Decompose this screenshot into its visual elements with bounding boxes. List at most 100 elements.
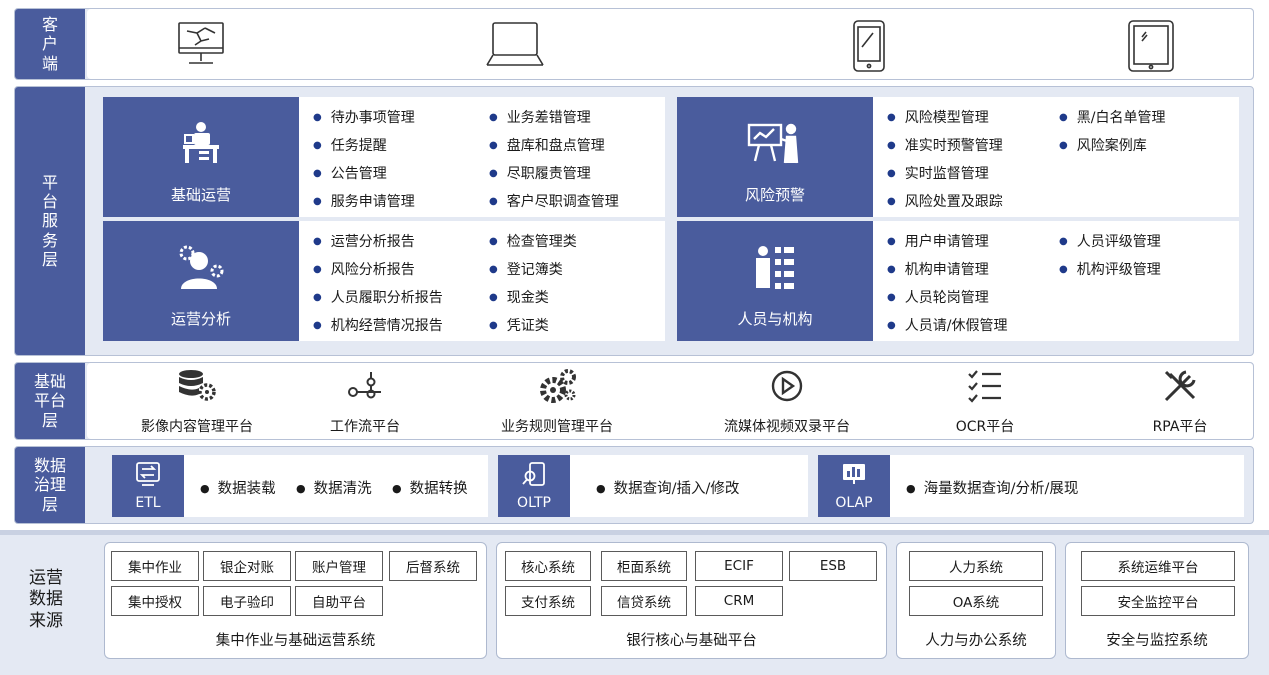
governance-block-name: ETL xyxy=(135,495,161,511)
play-icon xyxy=(707,368,867,404)
card-title-label: 运营分析 xyxy=(170,310,231,328)
list-item: 服务申请管理 xyxy=(313,191,415,211)
tablet-icon xyxy=(1125,19,1177,73)
basic-platform-layer-label: 基础 平台层 xyxy=(15,363,85,439)
list-item: 数据转换 xyxy=(392,477,468,498)
tools-icon xyxy=(1100,368,1260,404)
list-item: 用户申请管理 xyxy=(887,231,989,251)
laptop-icon xyxy=(485,19,545,69)
group-bank-core: 核心系统 柜面系统 ECIF ESB 支付系统 信贷系统 CRM 银行核心与基础… xyxy=(496,542,887,659)
system-chip: 信贷系统 xyxy=(601,586,687,616)
list-item: 凭证类 xyxy=(489,315,549,335)
list-item: 登记簿类 xyxy=(489,259,563,279)
system-chip: 集中作业 xyxy=(111,551,199,581)
platform-name: 流媒体视频双录平台 xyxy=(724,419,850,435)
data-governance-layer: 数据治理层 ETL 数据装载 数据清洗 数据转换 OLTP 数据查询/插入/修改 xyxy=(14,446,1254,524)
bar-board-icon xyxy=(818,461,890,487)
gears-icon xyxy=(477,368,637,404)
list-item: 准实时预警管理 xyxy=(887,135,1003,155)
platform-name: 影像内容管理平台 xyxy=(141,419,253,435)
system-chip: CRM xyxy=(695,586,783,616)
system-chip: 电子验印 xyxy=(203,586,291,616)
governance-block-etl: ETL 数据装载 数据清洗 数据转换 xyxy=(112,455,488,517)
governance-block-oltp: OLTP 数据查询/插入/修改 xyxy=(498,455,808,517)
list-item: 人员请/休假管理 xyxy=(887,315,1008,335)
platform-item: 流媒体视频双录平台 xyxy=(707,368,867,435)
platform-name: RPA平台 xyxy=(1152,419,1208,435)
office-worker-icon xyxy=(103,121,299,165)
governance-block-name: OLTP xyxy=(517,495,551,511)
governance-block-olap: OLAP 海量数据查询/分析/展现 xyxy=(818,455,1244,517)
client-devices-panel xyxy=(87,9,1253,79)
platform-service-layer: 平台服务层 基础运营 待办事项管理 任务提醒 公告管理 服务申请管理 业务差错管… xyxy=(14,86,1254,356)
group-central-ops: 集中作业 银企对账 账户管理 后督系统 集中授权 电子验印 自助平台 集中作业与… xyxy=(104,542,487,659)
list-item: 风险处置及跟踪 xyxy=(887,191,1003,211)
system-chip: 账户管理 xyxy=(295,551,383,581)
card-title-label: 风险预警 xyxy=(744,186,805,204)
list-item: 客户尽职调查管理 xyxy=(489,191,619,211)
list-item: 人员轮岗管理 xyxy=(887,287,989,307)
presentation-icon xyxy=(677,121,873,165)
list-item: 机构申请管理 xyxy=(887,259,989,279)
data-governance-layer-label: 数据 治理层 xyxy=(15,447,85,523)
client-layer-label: 客户端 xyxy=(15,9,85,79)
system-chip: 系统运维平台 xyxy=(1081,551,1235,581)
platform-item: OCR平台 xyxy=(905,368,1065,435)
card-title-label: 人员与机构 xyxy=(737,310,813,328)
platform-item: 影像内容管理平台 xyxy=(117,368,277,435)
list-item: 风险案例库 xyxy=(1059,135,1147,155)
list-item: 尽职履责管理 xyxy=(489,163,591,183)
system-chip: ESB xyxy=(789,551,877,581)
system-chip: 人力系统 xyxy=(909,551,1043,581)
list-item: 机构经营情况报告 xyxy=(313,315,443,335)
list-item: 人员履职分析报告 xyxy=(313,287,443,307)
list-item: 风险模型管理 xyxy=(887,107,989,127)
list-item: 人员评级管理 xyxy=(1059,231,1161,251)
list-item: 盘库和盘点管理 xyxy=(489,135,605,155)
list-item: 风险分析报告 xyxy=(313,259,415,279)
checklist-icon xyxy=(905,368,1065,404)
card-title-label: 基础运营 xyxy=(170,186,231,204)
group-name: 安全与监控系统 xyxy=(1106,633,1208,649)
monitor-icon xyxy=(175,19,227,69)
group-security-monitor: 系统运维平台 安全监控平台 安全与监控系统 xyxy=(1065,542,1249,659)
workflow-icon xyxy=(285,368,445,404)
list-item: 运营分析报告 xyxy=(313,231,415,251)
card-people-and-org: 人员与机构 用户申请管理 机构申请管理 人员轮岗管理 人员请/休假管理 人员评级… xyxy=(677,221,1239,341)
group-hr-office: 人力系统 OA系统 人力与办公系统 xyxy=(896,542,1056,659)
system-chip: 自助平台 xyxy=(295,586,383,616)
platform-item: RPA平台 xyxy=(1100,368,1260,435)
transfer-icon xyxy=(112,461,184,487)
data-source-label: 运营 数据 来源 xyxy=(29,568,63,631)
list-item: 任务提醒 xyxy=(313,135,387,155)
list-item: 业务差错管理 xyxy=(489,107,591,127)
basic-platform-layer: 基础 平台层 影像内容管理平台 工作流平台 业务规则管理平台 流媒体视频双录平台… xyxy=(14,362,1254,440)
database-gear-icon xyxy=(117,368,277,404)
list-item: 待办事项管理 xyxy=(313,107,415,127)
client-layer: 客户端 xyxy=(14,8,1254,80)
platform-item: 业务规则管理平台 xyxy=(477,368,637,435)
system-chip: 集中授权 xyxy=(111,586,199,616)
phone-search-icon xyxy=(498,461,570,487)
system-chip: 安全监控平台 xyxy=(1081,586,1235,616)
card-risk-warning: 风险预警 风险模型管理 准实时预警管理 实时监督管理 风险处置及跟踪 黑/白名单… xyxy=(677,97,1239,217)
system-chip: 柜面系统 xyxy=(601,551,687,581)
list-item: 检查管理类 xyxy=(489,231,577,251)
system-chip: 后督系统 xyxy=(389,551,477,581)
list-item: 数据装载 xyxy=(200,477,276,498)
platform-item: 工作流平台 xyxy=(285,368,445,435)
system-chip: 银企对账 xyxy=(203,551,291,581)
list-item: 数据查询/插入/修改 xyxy=(596,477,740,498)
list-item: 现金类 xyxy=(489,287,549,307)
system-chip: 核心系统 xyxy=(505,551,591,581)
people-org-icon xyxy=(677,245,873,289)
list-item: 数据清洗 xyxy=(296,477,372,498)
list-item: 公告管理 xyxy=(313,163,387,183)
governance-block-name: OLAP xyxy=(835,495,873,511)
system-chip: OA系统 xyxy=(909,586,1043,616)
system-chip: 支付系统 xyxy=(505,586,591,616)
list-item: 实时监督管理 xyxy=(887,163,989,183)
list-item: 机构评级管理 xyxy=(1059,259,1161,279)
list-item: 黑/白名单管理 xyxy=(1059,107,1166,127)
platform-name: 工作流平台 xyxy=(330,419,400,435)
